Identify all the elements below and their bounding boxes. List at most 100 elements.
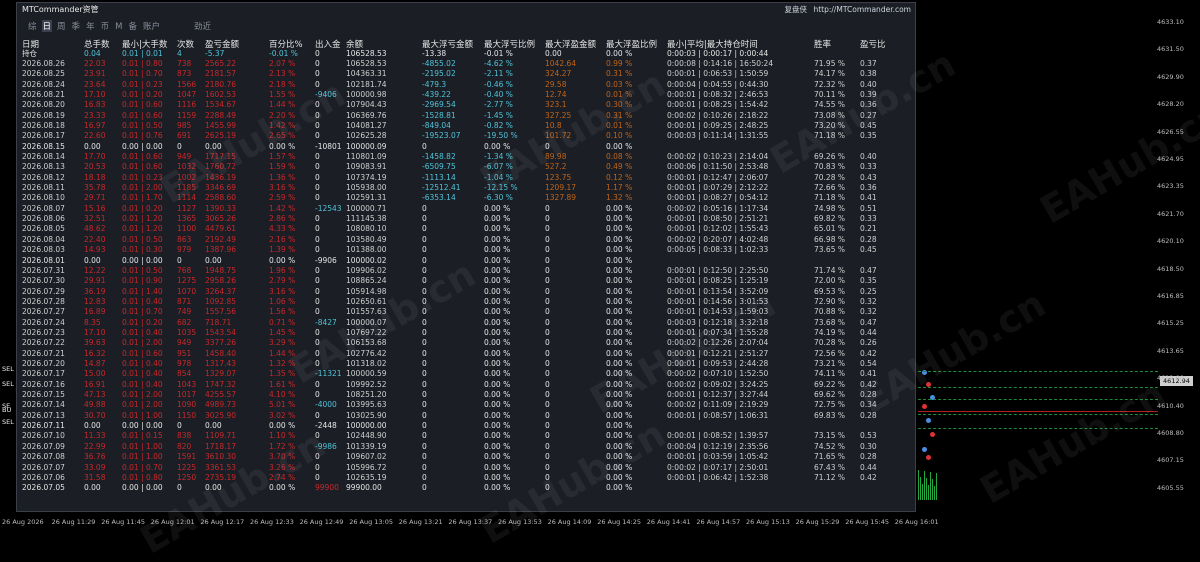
- table-row[interactable]: 2026.08.14 17.70 0.01 | 0.60 949 1717.15 1.57…: [17, 152, 915, 162]
- table-row[interactable]: 2026.08.03 14.93 0.01 | 0.30 979 1387.96 1.39…: [17, 245, 915, 255]
- cell-0: 2026.08.07: [22, 203, 65, 213]
- table-row[interactable]: 2026.08.12 18.18 0.01 | 0.23 1002 1436.19 1.3…: [17, 173, 915, 183]
- table-row[interactable]: 2026.07.17 15.00 0.01 | 0.40 854 1329.07 1.35…: [17, 369, 915, 379]
- cell-4: 4989.73: [205, 400, 237, 410]
- price-tick: 4616.85: [1157, 292, 1184, 300]
- cell-13: 73.15 %: [814, 431, 845, 441]
- cell-1: 29.71: [84, 193, 106, 203]
- table-row[interactable]: 2026.08.01 0.00 0.00 | 0.00 0 0.00 0.00 % -990…: [17, 256, 915, 266]
- cell-14: 0.30: [860, 441, 877, 451]
- table-row[interactable]: 2026.07.24 8.35 0.01 | 0.20 682 718.71 0.71 %…: [17, 318, 915, 328]
- table-row[interactable]: 2026.07.29 36.19 0.01 | 1.40 1070 3264.37 3.1…: [17, 287, 915, 297]
- table-row[interactable]: 2026.07.20 14.87 0.01 | 0.40 978 1317.43 1.32…: [17, 359, 915, 369]
- cell-3: 768: [177, 265, 192, 275]
- table-row[interactable]: 2026.07.07 33.09 0.01 | 0.70 1225 3361.53 3.2…: [17, 463, 915, 473]
- cell-6: 0: [315, 172, 320, 182]
- table-row[interactable]: 2026.07.31 12.22 0.01 | 0.50 768 1948.75 1.96…: [17, 266, 915, 276]
- cell-5: 2.74 %: [269, 472, 296, 482]
- tab-4[interactable]: 年: [85, 20, 96, 32]
- cell-13: 69.82 %: [814, 214, 845, 224]
- tab-8[interactable]: 账户: [142, 20, 161, 32]
- tab-5[interactable]: 币: [100, 20, 111, 32]
- tab-6[interactable]: M: [114, 22, 123, 32]
- cell-4: 1717.15: [205, 152, 237, 161]
- review-label[interactable]: 复盘侠: [785, 5, 808, 14]
- tab-2[interactable]: 周: [56, 20, 67, 32]
- cell-11: 0.00 %: [606, 224, 633, 234]
- cell-11: 0.30 %: [606, 100, 633, 110]
- table-row[interactable]: 2026.08.13 20.53 0.01 | 0.60 1032 1760.72 1.5…: [17, 162, 915, 172]
- cell-3: 1127: [177, 203, 197, 213]
- table-row[interactable]: 2026.07.08 36.76 0.01 | 1.00 1591 3610.30 3.7…: [17, 452, 915, 462]
- cell-0: 2026.07.17: [22, 369, 65, 379]
- table-row[interactable]: 2026.07.23 17.10 0.01 | 0.40 1035 1543.54 1.4…: [17, 328, 915, 338]
- cell-13: 72.90 %: [814, 296, 845, 306]
- table-row[interactable]: 2026.08.06 32.51 0.01 | 1.20 1365 3065.26 2.8…: [17, 214, 915, 224]
- table-row[interactable]: 2026.07.27 16.89 0.01 | 0.70 749 1557.56 1.56…: [17, 307, 915, 317]
- cell-11: 0.00 %: [606, 307, 633, 317]
- cell-4: 4479.61: [205, 224, 237, 234]
- table-row[interactable]: 2026.08.05 48.62 0.01 | 1.20 1100 4479.61 4.3…: [17, 224, 915, 234]
- table-row[interactable]: 2026.07.30 29.91 0.01 | 0.90 1275 2958.26 2.7…: [17, 276, 915, 286]
- table-row[interactable]: 2026.08.19 23.33 0.01 | 0.60 1159 2288.49 2.2…: [17, 111, 915, 121]
- cell-9: 0.00 %: [484, 410, 511, 420]
- table-row[interactable]: 2026.07.22 39.63 0.01 | 2.00 949 3377.26 3.29…: [17, 338, 915, 348]
- cell-7: 107374.19: [346, 172, 387, 182]
- table-row[interactable]: 2026.08.15 0.00 0.00 | 0.00 0 0.00 0.00 % -108…: [17, 142, 915, 152]
- cell-7: 106153.68: [346, 338, 387, 348]
- table-row[interactable]: 2026.08.24 23.64 0.01 | 0.23 1566 2180.76 2.1…: [17, 80, 915, 90]
- tab-7[interactable]: 备: [127, 20, 138, 32]
- table-row[interactable]: 2026.08.11 35.78 0.01 | 2.00 1185 3346.69 3.1…: [17, 183, 915, 193]
- cell-10: 0: [545, 338, 550, 348]
- cell-13: 70.28 %: [814, 172, 845, 182]
- table-row[interactable]: 2026.07.05 0.00 0.00 | 0.00 0 0.00 0.00 % 9990…: [17, 483, 915, 493]
- table-row[interactable]: 2026.08.07 15.16 0.01 | 0.20 1127 1390.33 1.4…: [17, 204, 915, 214]
- volume-bar: [918, 470, 919, 500]
- cell-6: 0: [315, 100, 320, 110]
- table-row[interactable]: 持仓 0.04 0.01 | 0.01 4 -5.37 -0.01 % 0 106528.53…: [17, 49, 915, 59]
- table-row[interactable]: 2026.08.26 22.03 0.01 | 0.80 738 2565.22 2.07…: [17, 59, 915, 69]
- table-row[interactable]: 2026.08.20 16.83 0.01 | 0.60 1116 1534.67 1.4…: [17, 100, 915, 110]
- cell-10: 0: [545, 203, 550, 213]
- table-row[interactable]: 2026.08.10 29.71 0.01 | 1.70 1114 2588.60 2.5…: [17, 193, 915, 203]
- cell-10: 10.8: [545, 120, 562, 130]
- cell-2: 0.01 | 0.40: [122, 379, 163, 389]
- cell-7: 102448.90: [346, 431, 387, 441]
- candle-area: [918, 0, 940, 520]
- cell-12: 0:00:01 | 0:08:52 | 1:39:57: [667, 431, 769, 441]
- table-row[interactable]: 2026.08.25 23.91 0.01 | 0.70 873 2181.57 2.13…: [17, 69, 915, 79]
- site-link[interactable]: http://MTCommander.com: [813, 5, 911, 14]
- cell-3: 1100: [177, 224, 197, 234]
- cell-12: 0:00:04 | 0:12:19 | 2:35:56: [667, 441, 769, 451]
- tab-0[interactable]: 综: [27, 20, 38, 32]
- cell-5: 3.29 %: [269, 338, 296, 348]
- cell-3: 1365: [177, 214, 197, 224]
- tab-3[interactable]: 季: [71, 20, 82, 32]
- table-row[interactable]: 2026.07.21 16.32 0.01 | 0.60 951 1458.40 1.44…: [17, 349, 915, 359]
- table-row[interactable]: 2026.08.04 22.40 0.01 | 0.50 863 2192.49 2.16…: [17, 235, 915, 245]
- table-row[interactable]: 2026.07.13 30.70 0.01 | 1.00 1150 3025.90 3.0…: [17, 411, 915, 421]
- table-row[interactable]: 2026.08.21 17.10 0.01 | 0.20 1047 1602.53 1.5…: [17, 90, 915, 100]
- cell-10: 323.1: [545, 100, 567, 110]
- cell-1: 29.91: [84, 276, 106, 286]
- cell-8: 0: [422, 348, 427, 358]
- table-row[interactable]: 2026.07.14 49.88 0.01 | 2.00 1090 4989.73 5.0…: [17, 400, 915, 410]
- tab-1[interactable]: 日: [41, 20, 53, 32]
- table-row[interactable]: 2026.07.10 11.33 0.01 | 0.15 838 1109.71 1.10…: [17, 431, 915, 441]
- table-row[interactable]: 2026.07.15 47.13 0.01 | 2.00 1017 4255.57 4.1…: [17, 390, 915, 400]
- table-row[interactable]: 2026.07.16 16.91 0.01 | 0.40 1043 1747.32 1.6…: [17, 380, 915, 390]
- time-tick: 26 Aug 12:49: [299, 518, 344, 526]
- cell-1: 33.09: [84, 462, 106, 472]
- table-row[interactable]: 2026.08.17 22.60 0.01 | 0.76 691 2625.19 2.65…: [17, 131, 915, 141]
- price-tick: 4626.55: [1157, 127, 1184, 136]
- cell-9: 0.00 %: [484, 265, 511, 275]
- price-tick: 4608.80: [1157, 429, 1184, 437]
- table-row[interactable]: 2026.07.06 31.58 0.01 | 0.80 1250 2735.19 2.7…: [17, 473, 915, 483]
- cell-3: 949: [177, 338, 192, 348]
- table-row[interactable]: 2026.07.28 12.83 0.01 | 0.40 871 1092.85 1.06…: [17, 297, 915, 307]
- cell-6: 0: [315, 327, 320, 337]
- tab-9[interactable]: 劲近: [193, 20, 212, 32]
- table-row[interactable]: 2026.07.11 0.00 0.00 | 0.00 0 0.00 0.00 % -244…: [17, 421, 915, 431]
- table-row[interactable]: 2026.08.18 16.97 0.01 | 0.50 985 1455.99 1.42…: [17, 121, 915, 131]
- table-row[interactable]: 2026.07.09 22.99 0.01 | 1.00 820 1718.17 1.72…: [17, 442, 915, 452]
